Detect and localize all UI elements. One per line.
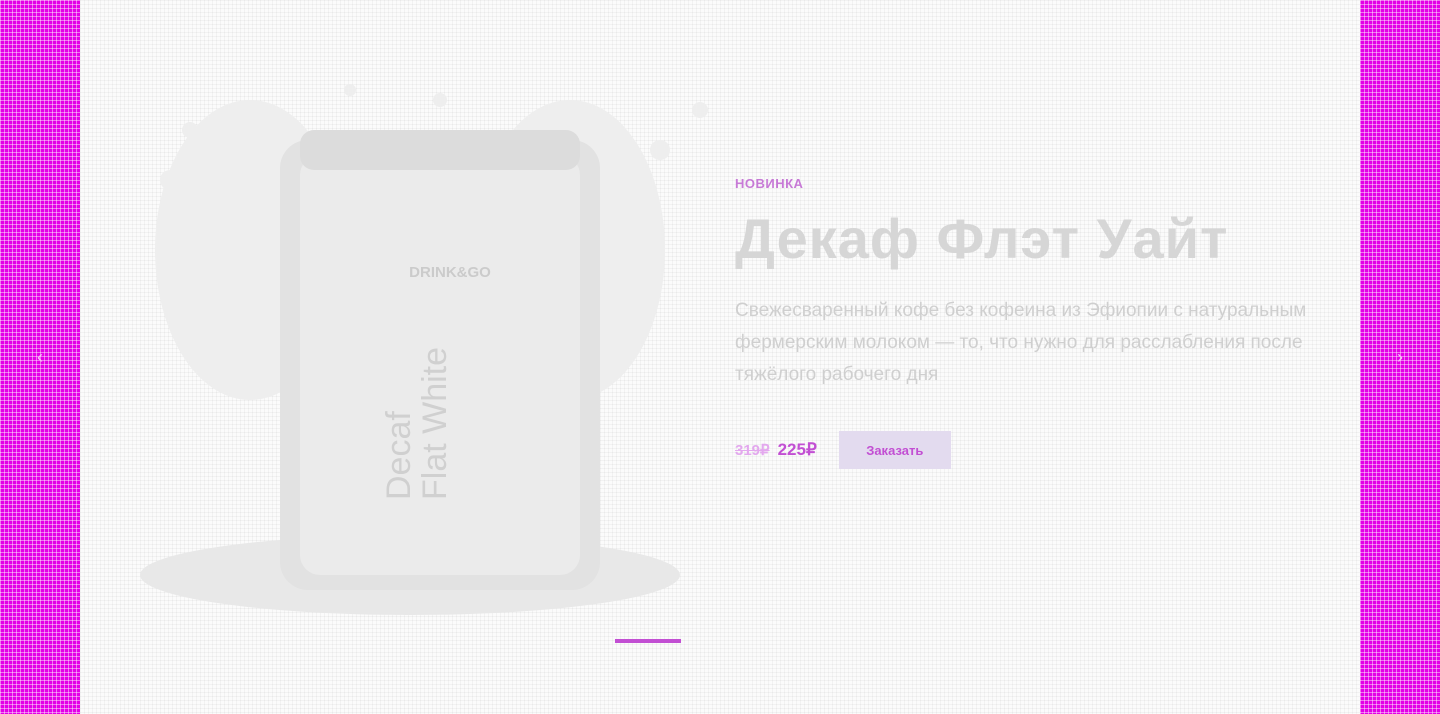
price-block: 319₽ 225₽ [735,440,817,460]
hero-slide: DRINK&GO Decaf Flat White НОВИНКА Декаф … [80,0,1360,714]
new-badge: НОВИНКА [735,176,804,191]
can-name-line2: Flat White [416,347,454,500]
slide-pagination [615,639,681,643]
slide-content: НОВИНКА Декаф Флэт Уайт Свежесваренный к… [735,176,1335,469]
can-name-line1: Decaf [380,411,418,500]
chevron-right-icon: › [1397,347,1403,367]
next-slide-button[interactable]: › [1388,345,1412,369]
product-title: Декаф Флэт Уайт [735,207,1229,270]
prev-slide-button[interactable]: ‹ [28,345,52,369]
right-side-band: › [1360,0,1440,714]
buy-row: 319₽ 225₽ Заказать [735,431,1335,469]
coffee-can-illustration: DRINK&GO Decaf Flat White [140,84,708,615]
can-brand: DRINK&GO [409,264,491,281]
left-side-band: ‹ [0,0,80,714]
pagination-dot[interactable] [615,639,681,643]
new-price: 225₽ [777,440,817,459]
chevron-left-icon: ‹ [37,347,43,367]
product-description: Свежесваренный кофе без кофеина из Эфиоп… [735,300,1307,385]
old-price: 319₽ [735,442,770,459]
product-image: DRINK&GO Decaf Flat White [100,30,720,630]
order-button[interactable]: Заказать [838,431,951,469]
